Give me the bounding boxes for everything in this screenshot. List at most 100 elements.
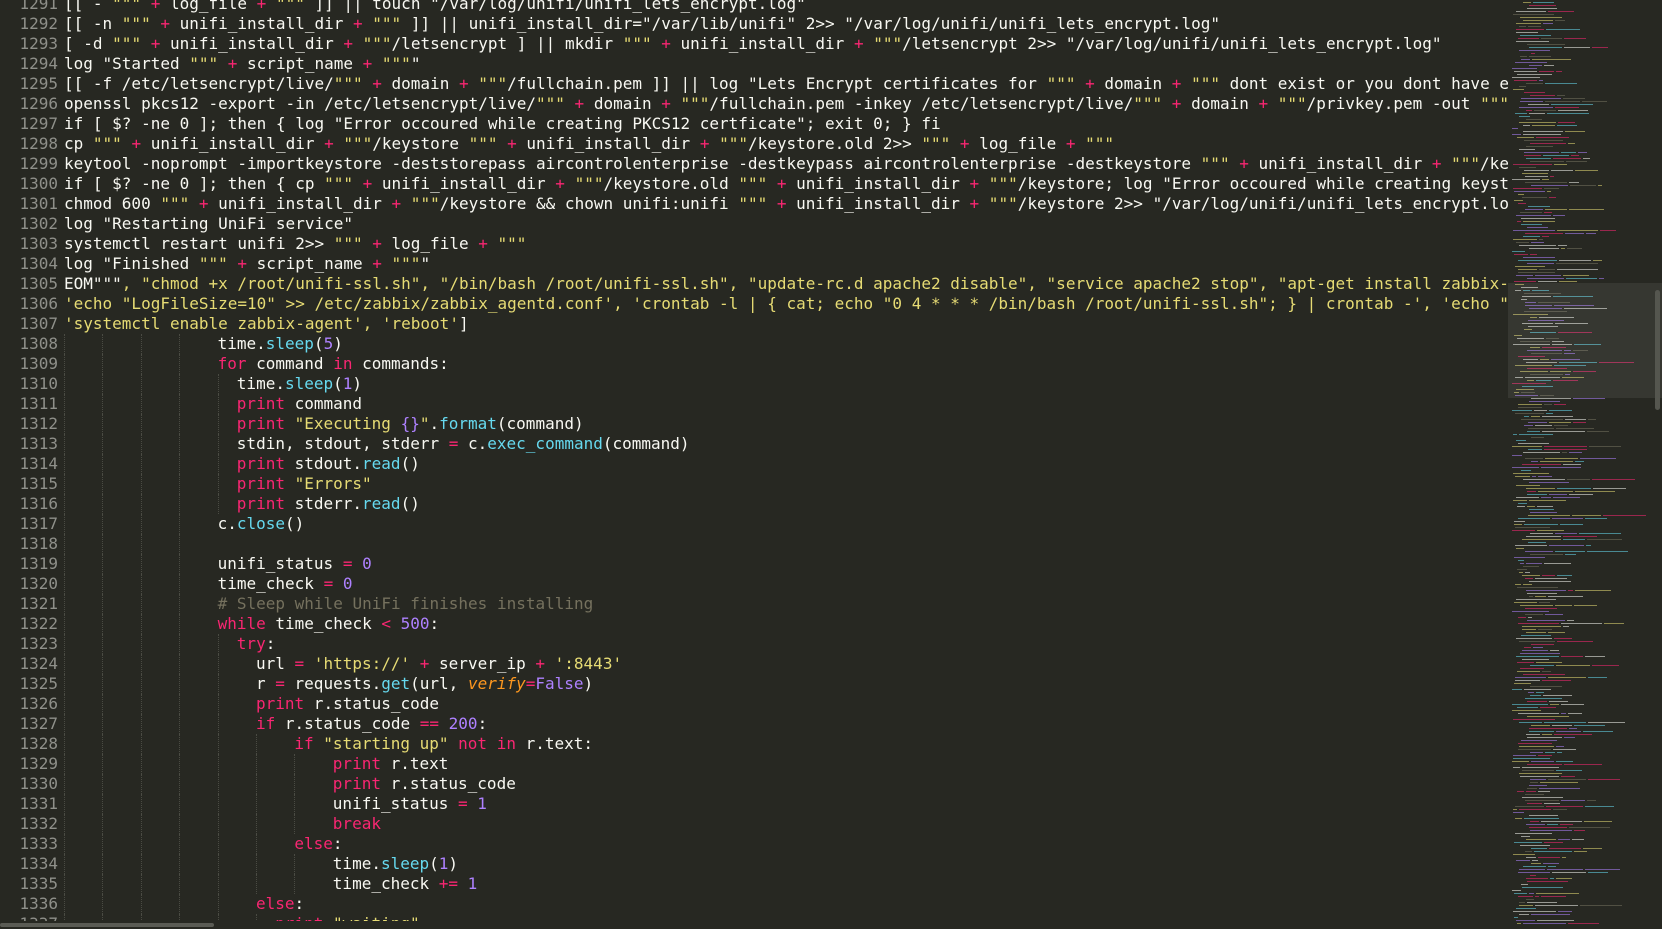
- minimap-line: [1539, 71, 1554, 72]
- code-token: print: [236, 494, 285, 513]
- minimap-line: [1586, 545, 1591, 546]
- code-line[interactable]: [[ -f /etc/letsencrypt/live/""" + domain…: [64, 74, 1508, 94]
- minimap-line: [1516, 242, 1529, 243]
- minimap-viewport[interactable]: [1508, 283, 1662, 398]
- code-line[interactable]: if "starting up" not in r.text:: [64, 734, 1504, 754]
- minimap-line: [1512, 410, 1532, 411]
- minimap-line: [1557, 752, 1562, 753]
- line-number: 1323: [19, 634, 58, 653]
- code-line[interactable]: [ -d """ + unifi_install_dir + """/letse…: [64, 34, 1504, 54]
- minimap-line: [1512, 68, 1537, 69]
- code-line[interactable]: keytool -noprompt -importkeystore -dests…: [64, 154, 1508, 174]
- code-line[interactable]: # Sleep while UniFi finishes installing: [64, 594, 1504, 614]
- code-line[interactable]: print stdout.read(): [64, 454, 1504, 474]
- code-line[interactable]: cp """ + unifi_install_dir + """/keystor…: [64, 134, 1504, 154]
- code-line[interactable]: try:: [64, 634, 1504, 654]
- minimap-line: [1515, 584, 1521, 585]
- code-line[interactable]: 'systemctl enable zabbix-agent', 'reboot…: [64, 314, 1504, 334]
- line-number: 1312: [19, 414, 58, 433]
- code-token: /fullchain.pem ]] || log "Lets Encrypt c…: [507, 74, 1047, 93]
- minimap-line: [1535, 596, 1546, 597]
- line-number: 1291: [19, 0, 58, 13]
- code-line[interactable]: stdin, stdout, stderr = c.exec_command(c…: [64, 434, 1504, 454]
- code-line[interactable]: unifi_status = 0: [64, 554, 1504, 574]
- code-line[interactable]: if [ $? -ne 0 ]; then { log "Error occou…: [64, 114, 1504, 134]
- minimap-line: [1513, 767, 1520, 768]
- code-token: """: [362, 14, 411, 33]
- code-line[interactable]: time.sleep(1): [64, 854, 1504, 874]
- code-editor[interactable]: 1291 1292 1293 1294 1295 1296 1297 1298 1299 1300…: [0, 0, 1508, 921]
- code-token: log_file: [381, 234, 479, 253]
- code-line[interactable]: time_check += 1: [64, 874, 1504, 894]
- minimap-line: [1512, 689, 1522, 690]
- minimap-line: [1516, 920, 1535, 921]
- minimap-line: [1544, 404, 1552, 405]
- code-token: +: [1258, 94, 1269, 113]
- code-line[interactable]: log "Finished """ + script_name + """": [64, 254, 1504, 274]
- code-line[interactable]: print r.status_code: [64, 774, 1504, 794]
- line-number: 1315: [19, 474, 58, 493]
- code-line[interactable]: unifi_status = 1: [64, 794, 1504, 814]
- minimap-line: [1519, 434, 1553, 435]
- minimap[interactable]: [1508, 0, 1662, 929]
- code-line[interactable]: url = 'https://' + server_ip + ':8443': [64, 654, 1504, 674]
- minimap-line: [1518, 443, 1549, 444]
- code-line[interactable]: else:: [64, 834, 1504, 854]
- code-line[interactable]: while time_check < 500:: [64, 614, 1504, 634]
- minimap-line: [1543, 695, 1572, 696]
- code-token: =: [525, 674, 536, 693]
- code-line[interactable]: time.sleep(1): [64, 374, 1504, 394]
- vertical-scrollbar-thumb[interactable]: [1655, 290, 1660, 410]
- code-line[interactable]: time_check = 0: [64, 574, 1504, 594]
- code-line[interactable]: log "Restarting UniFi service": [64, 214, 1504, 234]
- horizontal-scrollbar-thumb[interactable]: [0, 923, 214, 927]
- code-line[interactable]: print "Executing {}".format(command): [64, 414, 1504, 434]
- code-line[interactable]: openssl pkcs12 -export -in /etc/letsencr…: [64, 94, 1508, 114]
- code-line[interactable]: else:: [64, 894, 1504, 914]
- minimap-line: [1565, 233, 1584, 234]
- code-line[interactable]: chmod 600 """ + unifi_install_dir + """/…: [64, 194, 1508, 214]
- code-line[interactable]: 'echo "LogFileSize=10" >> /etc/zabbix/za…: [64, 294, 1508, 314]
- code-token: +: [776, 194, 787, 213]
- code-line[interactable]: c.close(): [64, 514, 1504, 534]
- minimap-line: [1588, 722, 1625, 723]
- code-line[interactable]: [64, 534, 1504, 554]
- minimap-line: [1557, 230, 1598, 231]
- code-text-area[interactable]: [[ - """ + log_file + """ ]] || touch "/…: [64, 0, 1508, 921]
- code-line[interactable]: print stderr.read(): [64, 494, 1504, 514]
- code-line[interactable]: print "waiting": [64, 914, 1504, 921]
- minimap-line: [1557, 575, 1572, 576]
- horizontal-scrollbar[interactable]: [0, 921, 1508, 929]
- minimap-line: [1516, 11, 1546, 12]
- code-token: sleep: [284, 374, 334, 393]
- code-line[interactable]: print command: [64, 394, 1504, 414]
- code-line[interactable]: for command in commands:: [64, 354, 1504, 374]
- minimap-line: [1525, 209, 1543, 210]
- code-token: /letsencrypt ] || mkdir: [391, 34, 623, 53]
- code-line[interactable]: [[ -n """ + unifi_install_dir + """ ]] |…: [64, 14, 1504, 34]
- code-line[interactable]: time.sleep(5): [64, 334, 1504, 354]
- minimap-line: [1587, 551, 1628, 552]
- code-token: :: [332, 834, 343, 853]
- code-line[interactable]: print "Errors": [64, 474, 1504, 494]
- code-line[interactable]: break: [64, 814, 1504, 834]
- code-token: (): [400, 494, 420, 513]
- code-line[interactable]: systemctl restart unifi 2>> """ + log_fi…: [64, 234, 1504, 254]
- minimap-line: [1524, 416, 1529, 417]
- code-line[interactable]: EOM""", "chmod +x /root/unifi-ssl.sh", "…: [64, 274, 1508, 294]
- code-line[interactable]: r = requests.get(url, verify=False): [64, 674, 1504, 694]
- minimap-line: [1529, 581, 1571, 582]
- code-line[interactable]: print r.status_code: [64, 694, 1504, 714]
- code-token: .: [429, 414, 440, 433]
- minimap-line: [1531, 185, 1568, 186]
- code-line[interactable]: [[ - """ + log_file + """ ]] || touch "/…: [64, 0, 1504, 14]
- code-line[interactable]: if r.status_code == 200:: [64, 714, 1504, 734]
- code-line[interactable]: if [ $? -ne 0 ]; then { cp """ + unifi_i…: [64, 174, 1508, 194]
- minimap-line: [1517, 587, 1558, 588]
- code-token: +: [150, 34, 161, 53]
- code-line[interactable]: log "Started """ + script_name + """": [64, 54, 1504, 74]
- line-number: 1336: [19, 894, 58, 913]
- code-line[interactable]: print r.text: [64, 754, 1504, 774]
- minimap-line: [1529, 500, 1566, 501]
- code-token: sleep: [265, 334, 314, 353]
